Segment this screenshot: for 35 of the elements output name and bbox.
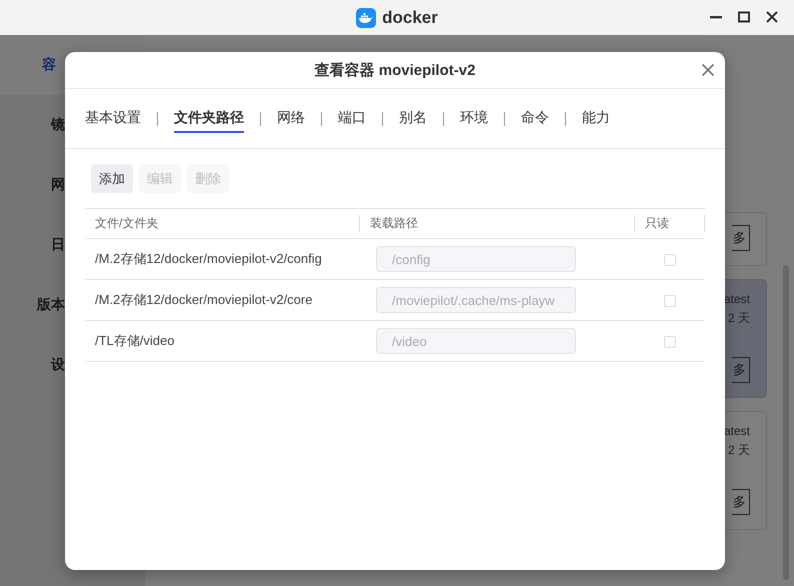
close-icon[interactable] — [764, 9, 780, 25]
card-text: 2 天 — [728, 310, 750, 327]
tab[interactable]: 端口 — [338, 104, 366, 132]
app-title: docker — [382, 8, 438, 28]
tab[interactable]: 文件夹路径 — [174, 104, 244, 132]
card-text: 2 天 — [728, 442, 750, 459]
tab[interactable]: 基本设置 — [85, 104, 141, 132]
column-header: 文件/文件夹 — [95, 216, 158, 230]
tab[interactable]: 环境 — [460, 104, 488, 132]
maximize-icon[interactable] — [736, 9, 752, 25]
sidebar-item[interactable]: 网 — [0, 155, 65, 215]
more-button[interactable]: 多 — [732, 225, 750, 251]
more-button[interactable]: 多 — [732, 357, 750, 383]
read-only-checkbox[interactable] — [664, 336, 676, 348]
folder-path: /M.2存储12/docker/moviepilot-v2/config — [95, 251, 322, 266]
column-header: 只读 — [645, 216, 669, 230]
card-text: atest — [724, 292, 750, 306]
more-button[interactable]: 多 — [732, 489, 750, 515]
read-only-checkbox[interactable] — [664, 295, 676, 308]
tab[interactable]: 能力 — [582, 104, 610, 132]
sidebar-item[interactable]: 版本 — [0, 275, 65, 335]
read-only-checkbox[interactable] — [664, 254, 676, 266]
card-text: atest — [724, 424, 750, 438]
tab[interactable]: 网络 — [277, 104, 305, 132]
column-header: 装载路径 — [370, 216, 418, 230]
tab[interactable]: 别名 — [399, 104, 427, 132]
sidebar-item[interactable]: 镜 — [0, 95, 65, 155]
toolbar-button[interactable]: 添加 — [91, 164, 133, 193]
folder-path: /M.2存储12/docker/moviepilot-v2/core — [95, 292, 312, 307]
whale-icon — [356, 8, 376, 28]
folder-path: /TL存储/video — [95, 333, 174, 348]
dialog-title: 查看容器 moviepilot-v2 — [314, 60, 476, 80]
tab[interactable]: 命令 — [521, 104, 549, 132]
sidebar-item[interactable]: 设 — [0, 335, 65, 395]
sidebar-item[interactable]: 日 — [0, 215, 65, 275]
